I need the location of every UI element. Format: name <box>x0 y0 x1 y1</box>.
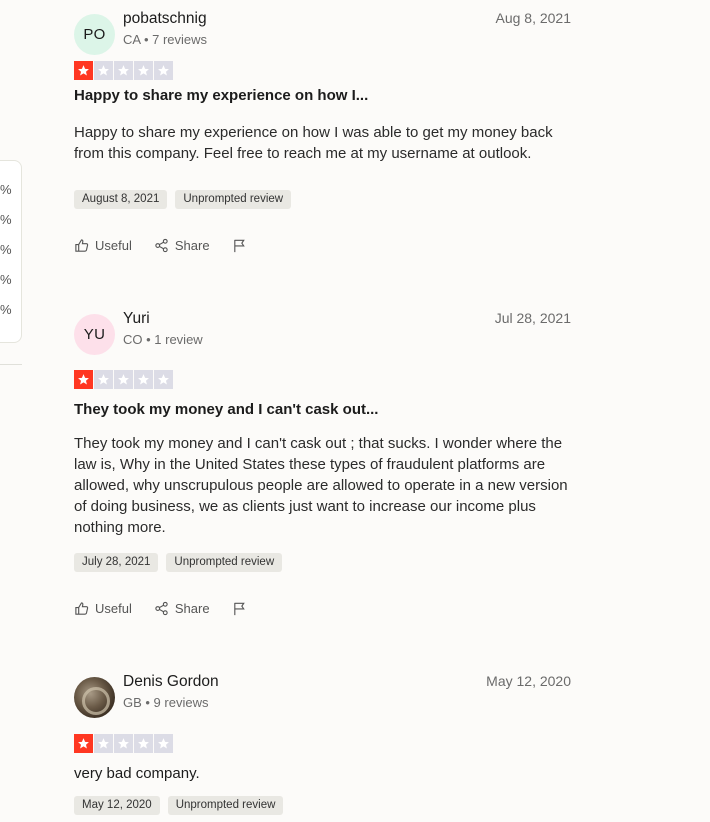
star-icon <box>94 61 113 80</box>
useful-label: Useful <box>95 601 132 616</box>
avatar[interactable]: PO <box>74 14 115 55</box>
reviewer-meta: CO • 1 review <box>123 332 203 347</box>
star-rating <box>74 370 173 389</box>
avatar[interactable]: YU <box>74 314 115 355</box>
rating-percent: % <box>0 302 12 317</box>
share-button[interactable]: Share <box>154 238 210 253</box>
star-icon <box>74 734 93 753</box>
reviewer-name[interactable]: Denis Gordon <box>123 673 219 691</box>
share-icon <box>155 601 168 616</box>
experience-date-tag: July 28, 2021 <box>74 553 159 572</box>
review-date: Jul 28, 2021 <box>494 310 571 326</box>
reviewer-meta: GB • 9 reviews <box>123 695 209 710</box>
reviewer-meta: CA • 7 reviews <box>123 32 208 47</box>
experience-date-tag: May 12, 2020 <box>74 796 160 815</box>
useful-button[interactable]: Useful <box>74 238 132 253</box>
star-icon <box>94 370 113 389</box>
unprompted-review-tag[interactable]: Unprompted review <box>167 796 284 815</box>
rating-distribution-panel: % % % % % <box>0 160 22 343</box>
review-title[interactable]: They took my money and I can't cask out.… <box>74 401 378 418</box>
flag-icon <box>233 239 245 253</box>
flag-icon <box>233 602 245 616</box>
review-body: They took my money and I can't cask out … <box>74 435 568 536</box>
report-button[interactable] <box>232 601 247 616</box>
experience-date-tag: August 8, 2021 <box>74 190 168 209</box>
rating-percent: % <box>0 212 12 227</box>
review-tags: July 28, 2021 Unprompted review <box>74 553 283 572</box>
divider <box>0 364 22 365</box>
avatar[interactable] <box>74 677 115 718</box>
review-date: Aug 8, 2021 <box>495 10 571 26</box>
useful-label: Useful <box>95 238 132 253</box>
star-icon <box>114 734 133 753</box>
report-button[interactable] <box>232 238 247 253</box>
star-icon <box>114 61 133 80</box>
review-actions: Useful Share <box>74 238 269 253</box>
thumbs-up-icon <box>75 239 89 252</box>
thumbs-up-icon <box>75 602 89 615</box>
star-icon <box>94 734 113 753</box>
star-icon <box>114 370 133 389</box>
star-icon <box>134 61 153 80</box>
rating-percent: % <box>0 182 12 197</box>
share-icon <box>155 238 168 253</box>
star-icon <box>134 734 153 753</box>
share-button[interactable]: Share <box>154 601 210 616</box>
star-icon <box>154 61 173 80</box>
star-rating <box>74 734 173 753</box>
rating-percent: % <box>0 242 12 257</box>
unprompted-review-tag[interactable]: Unprompted review <box>175 190 292 209</box>
share-label: Share <box>174 238 210 253</box>
review-tags: August 8, 2021 Unprompted review <box>74 190 292 209</box>
reviewer-name[interactable]: Yuri <box>123 310 150 328</box>
review-tags: May 12, 2020 Unprompted review <box>74 796 284 815</box>
reviewer-name[interactable]: pobatschnig <box>123 10 207 28</box>
star-icon <box>74 61 93 80</box>
review-title[interactable]: Happy to share my experience on how I... <box>74 87 368 104</box>
star-icon <box>154 734 173 753</box>
review-actions: Useful Share <box>74 601 269 616</box>
review-date: May 12, 2020 <box>486 673 571 689</box>
rating-percent: % <box>0 272 12 287</box>
star-icon <box>134 370 153 389</box>
star-icon <box>74 370 93 389</box>
review-title[interactable]: very bad company. <box>74 765 200 782</box>
share-label: Share <box>174 601 210 616</box>
review-body: Happy to share my experience on how I wa… <box>74 124 553 162</box>
star-icon <box>154 370 173 389</box>
unprompted-review-tag[interactable]: Unprompted review <box>166 553 283 572</box>
useful-button[interactable]: Useful <box>74 601 132 616</box>
star-rating <box>74 61 173 80</box>
